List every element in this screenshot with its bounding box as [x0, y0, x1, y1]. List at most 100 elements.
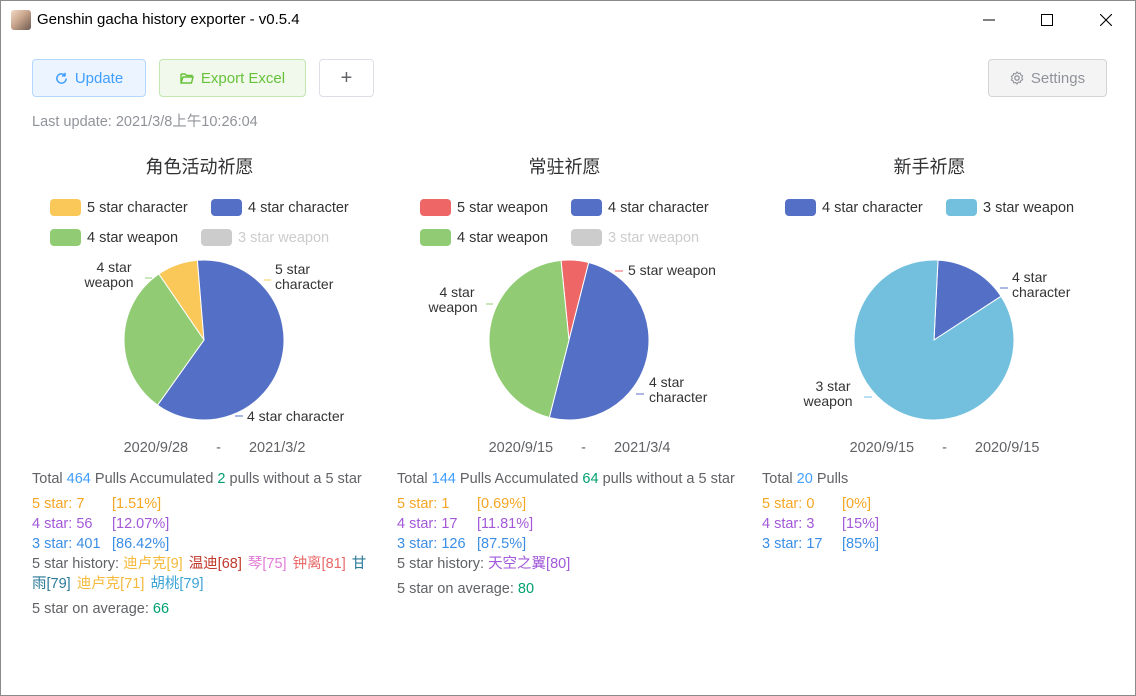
three-star-pct: [86.42%] [112, 536, 170, 552]
pool-stats: Total 464 Pulls Accumulated 2 pulls with… [32, 469, 377, 624]
average-value: 80 [517, 581, 535, 597]
start-date: 2020/9/28 [123, 440, 189, 456]
history-label: 5 star history: [397, 556, 489, 572]
end-date: 2020/9/15 [974, 440, 1040, 456]
five-star-history-entry: 琴[75] [247, 556, 287, 572]
maximize-button[interactable] [1027, 7, 1067, 33]
three-star-line: 3 star: 126 [87.5%] [397, 534, 742, 554]
five-star-history-entry: 天空之翼[80] [488, 556, 571, 572]
gear-icon [1010, 71, 1024, 85]
three-star-pct: [85%] [842, 536, 880, 552]
pool-column-beginner: 新手祈愿 4 star character 3 star weapon 4 st… [762, 141, 1127, 681]
pie-label: weapon [427, 299, 477, 315]
total-prefix: Total [32, 471, 67, 487]
pie-label: 5 star [275, 261, 310, 277]
five-star-pct: [0%] [842, 496, 872, 512]
pool-stats: Total 20 Pulls 5 star: 0 [0%] 4 star: 3 [1… [762, 469, 1107, 554]
total-prefix: Total [397, 471, 432, 487]
window-title: Genshin gacha history exporter - v0.5.4 [37, 11, 300, 28]
total-count: 144 [431, 471, 456, 487]
update-label: Update [74, 69, 124, 87]
three-star-line: 3 star: 401 [86.42%] [32, 534, 377, 554]
pool-column-standard: 常驻祈愿 5 star weapon 4 star character 4 st… [397, 141, 762, 681]
close-button[interactable] [1086, 7, 1126, 33]
app-window: Genshin gacha history exporter - v0.5.4 … [0, 0, 1136, 696]
five-star-history: 5 star history: 迪卢克[9] 温迪[68] 琴[75] 钟离[81] 甘… [32, 554, 377, 594]
title-bar[interactable]: Genshin gacha history exporter - v0.5.4 [1, 1, 1135, 39]
three-star-pct: [87.5%] [477, 536, 527, 552]
total-count: 20 [796, 471, 813, 487]
pie-label: 5 star weapon [628, 262, 716, 278]
history-label: 5 star history: [32, 556, 124, 572]
four-star-line: 4 star: 17 [11.81%] [397, 514, 742, 534]
pie-label: 4 star character [247, 408, 345, 424]
five-star-pct: [0.69%] [477, 496, 527, 512]
five-star-history-entry: 迪卢克[9] [123, 556, 183, 572]
total-prefix: Total [762, 471, 797, 487]
three-star-line: 3 star: 17 [85%] [762, 534, 1107, 554]
three-star-count: 3 star: 126 [397, 536, 466, 552]
average-label: 5 star on average: [32, 601, 153, 617]
four-star-pct: [12.07%] [112, 516, 170, 532]
pool-column-character-event: 角色活动祈愿 5 star character 4 star character… [32, 141, 397, 681]
five-star-history-entry: 温迪[68] [188, 556, 242, 572]
pulls-since-5star: 64 [582, 471, 599, 487]
five-star-count: 5 star: 0 [762, 496, 815, 512]
date-separator: - [581, 440, 586, 456]
average-label: 5 star on average: [397, 581, 518, 597]
average-value: 66 [152, 601, 170, 617]
five-star-history-entry: 迪卢克[71] [76, 576, 145, 592]
minimize-button[interactable] [969, 7, 1009, 33]
five-star-line: 5 star: 0 [0%] [762, 494, 1107, 514]
pie-label: 4 star [439, 284, 474, 300]
pie-chart: 4 starcharacter 3 starweapon [802, 259, 1071, 421]
date-range: 2020/9/15 - 2020/9/15 [762, 440, 1127, 456]
four-star-count: 4 star: 3 [762, 516, 815, 532]
pie-chart: 5 star weapon4 starcharacter4 starweapon [427, 259, 716, 421]
pulls-since-5star: 2 [217, 471, 226, 487]
total-count: 464 [66, 471, 91, 487]
close-icon [1100, 14, 1112, 26]
pie-chart: 5 starcharacter 4 star character 4 starwea… [83, 259, 345, 424]
five-star-history: 5 star history: 天空之翼[80] [397, 554, 742, 574]
date-range: 2020/9/28 - 2021/3/2 [32, 440, 397, 456]
last-update-text: Last update: 2021/3/8上午10:26:04 [32, 114, 258, 130]
five-star-count: 5 star: 7 [32, 496, 85, 512]
five-star-history-entry: 胡桃[79] [150, 576, 204, 592]
pie-label: 4 star [1012, 269, 1047, 285]
pie-label: weapon [802, 393, 852, 409]
total-mid: Pulls Accumulated [455, 471, 583, 487]
export-label: Export Excel [200, 69, 286, 87]
end-date: 2021/3/2 [248, 440, 306, 456]
pie-label: 4 star [96, 259, 131, 275]
total-mid: Pulls Accumulated [90, 471, 218, 487]
date-separator: - [942, 440, 947, 456]
five-star-line: 5 star: 7 [1.51%] [32, 494, 377, 514]
pie-label: character [275, 276, 334, 292]
five-star-history-entry: 钟离[81] [292, 556, 346, 572]
date-range: 2020/9/15 - 2021/3/4 [397, 440, 762, 456]
four-star-line: 4 star: 3 [15%] [762, 514, 1107, 534]
start-date: 2020/9/15 [488, 440, 554, 456]
total-line: Total 464 Pulls Accumulated 2 pulls with… [32, 469, 377, 489]
five-star-pct: [1.51%] [112, 496, 162, 512]
update-button[interactable]: Update [32, 59, 146, 97]
four-star-line: 4 star: 56 [12.07%] [32, 514, 377, 534]
pie-label: character [649, 389, 708, 405]
total-line: Total 20 Pulls [762, 469, 1107, 489]
four-star-pct: [11.81%] [477, 516, 534, 532]
settings-button[interactable]: Settings [988, 59, 1107, 97]
total-suffix: pulls without a 5 star [598, 471, 735, 487]
total-line: Total 144 Pulls Accumulated 64 pulls wit… [397, 469, 742, 489]
minimize-icon [983, 19, 995, 21]
five-star-average: 5 star on average: 80 [397, 579, 742, 599]
add-button[interactable]: + [319, 59, 374, 97]
three-star-count: 3 star: 401 [32, 536, 101, 552]
pie-label: weapon [83, 274, 133, 290]
pie-label: 3 star [815, 378, 850, 394]
settings-label: Settings [1030, 69, 1086, 87]
four-star-pct: [15%] [842, 516, 880, 532]
export-excel-button[interactable]: Export Excel [159, 59, 306, 97]
end-date: 2021/3/4 [613, 440, 671, 456]
total-mid: Pulls [812, 471, 849, 487]
